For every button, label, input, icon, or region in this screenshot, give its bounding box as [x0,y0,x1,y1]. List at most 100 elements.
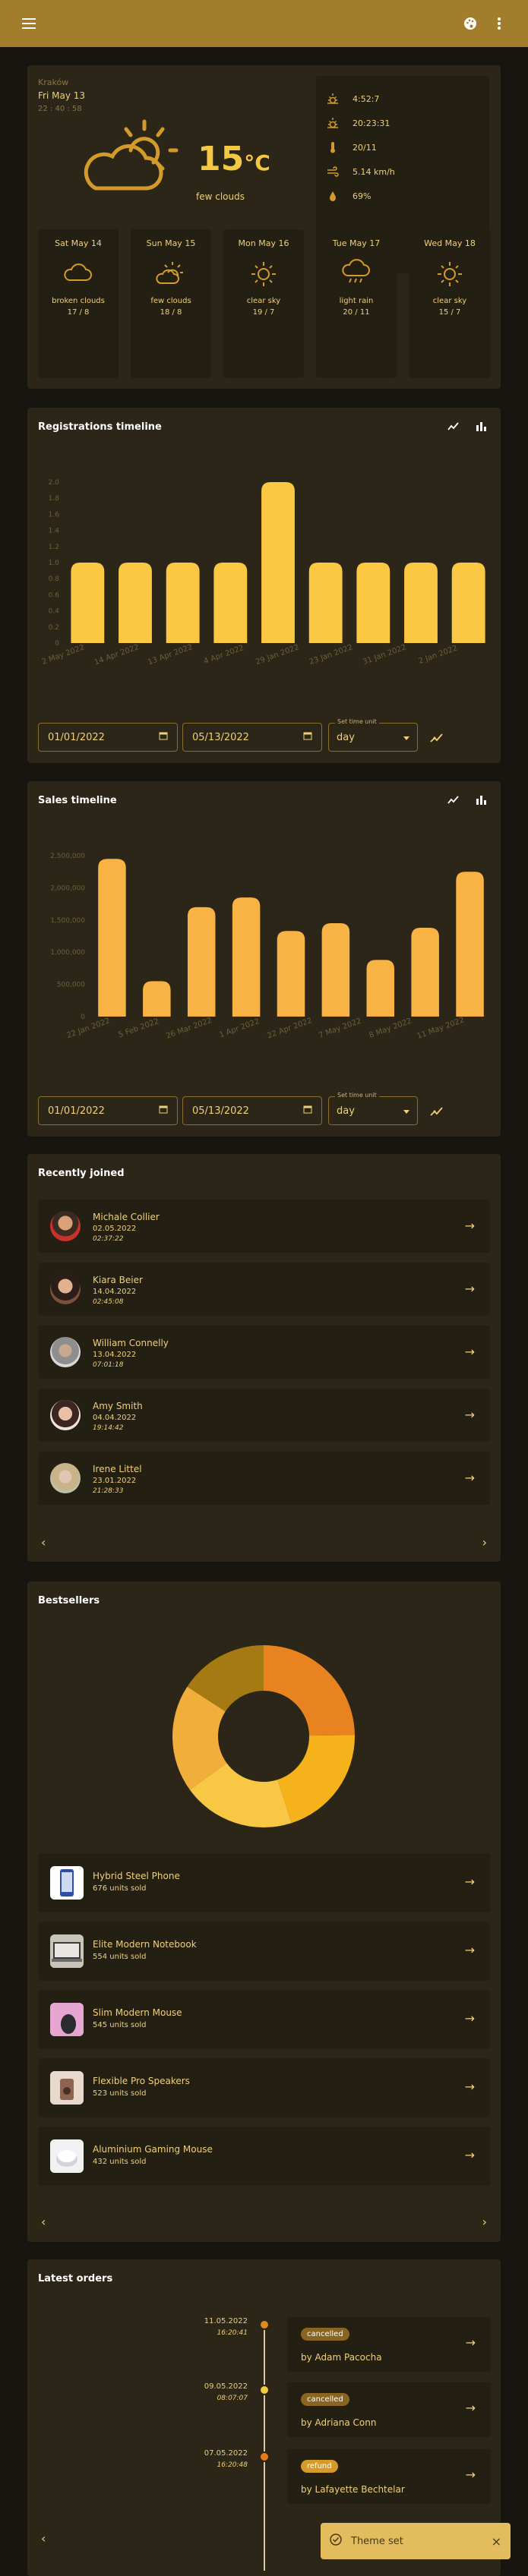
arrow-right-icon[interactable]: → [465,2011,475,2026]
status-badge: cancelled [301,2328,349,2341]
x-tick-label: 31 Jan 2022 [362,643,407,667]
y-tick-label: 1.4 [49,528,60,535]
forecast-description: few clouds [150,297,191,305]
forecast-temperature: 18 / 8 [160,308,182,317]
bar [277,931,305,1017]
product-item[interactable]: Elite Modern Notebook 554 units sold → [38,1922,490,1981]
bar [166,563,200,643]
previous-page-button[interactable]: ‹ [41,2215,46,2229]
user-time: 02:37:22 [93,1235,124,1243]
more-vert-icon[interactable] [488,13,510,34]
previous-page-button[interactable]: ‹ [41,2531,46,2546]
product-image [50,2003,84,2036]
from-date-value: 01/01/2022 [48,1105,105,1117]
order-time: 16:20:41 [217,2329,248,2337]
x-tick-label: 1 Apr 2022 [218,1017,261,1039]
list-item[interactable]: William Connelly 13.04.2022 07:01:18 → [38,1326,490,1379]
next-page-button[interactable]: › [482,2215,487,2229]
sun-icon [435,257,465,288]
arrow-right-icon[interactable]: → [465,1874,475,1889]
arrow-right-icon[interactable]: → [465,1943,475,1957]
line-chart-icon[interactable] [447,793,460,808]
sunset-icon [327,118,338,128]
arrow-right-icon[interactable]: → [465,1408,475,1422]
arrow-right-icon[interactable]: → [465,2079,475,2094]
list-item[interactable]: Irene Littel 23.01.2022 21:28:33 → [38,1452,490,1505]
calendar-icon[interactable] [303,731,312,743]
calendar-icon[interactable] [159,1105,168,1117]
arrow-right-icon[interactable]: → [465,1471,475,1485]
sunrise-icon [327,93,338,104]
user-date: 14.04.2022 [93,1288,137,1296]
x-tick-label: 14 Apr 2022 [93,643,141,667]
wind-value: 5.14 km/h [353,166,395,177]
user-name: Amy Smith [93,1401,143,1411]
y-tick-label: 1.2 [49,544,59,551]
x-tick-label: 4 Apr 2022 [203,644,245,666]
arrow-right-icon[interactable]: → [465,1345,475,1359]
donut-slice [264,1645,355,1736]
previous-page-button[interactable]: ‹ [41,1535,46,1550]
menu-icon[interactable] [18,13,40,34]
order-date: 07.05.2022 [204,2449,248,2458]
from-date-input[interactable]: 01/01/2022 [38,723,178,752]
product-image [50,1934,84,1968]
bar [321,923,350,1017]
dropdown-arrow-icon [403,732,409,743]
arrow-right-icon[interactable]: → [466,2401,476,2415]
product-units-sold: 523 units sold [93,2089,147,2098]
user-date: 02.05.2022 [93,1225,137,1233]
forecast-day: Mon May 16 clear sky 19 / 7 [223,229,304,378]
order-customer: by Adriana Conn [301,2417,377,2428]
order-card[interactable]: cancelled by Adam Pacocha → [287,2317,491,2372]
line-chart-icon[interactable] [447,420,460,434]
bar [411,927,439,1017]
product-name: Flexible Pro Speakers [93,2076,190,2086]
from-date-input[interactable]: 01/01/2022 [38,1096,178,1125]
close-icon[interactable]: × [492,2534,501,2549]
product-item[interactable]: Slim Modern Mouse 545 units sold → [38,1990,490,2049]
arrow-right-icon[interactable]: → [466,2467,476,2482]
sunset-value: 20:23:31 [353,118,390,128]
trend-icon[interactable] [430,731,444,746]
forecast-temperature: 15 / 7 [438,308,461,317]
bar [451,563,485,643]
humidity-value: 69% [353,191,371,201]
trend-icon[interactable] [430,1105,444,1120]
bar [119,563,152,643]
product-name: Elite Modern Notebook [93,1939,197,1950]
user-name: William Connelly [93,1338,169,1348]
palette-icon[interactable] [460,13,481,34]
order-card[interactable]: cancelled by Adriana Conn → [287,2382,491,2437]
list-item[interactable]: Amy Smith 04.04.2022 19:14:42 → [38,1389,490,1442]
y-tick-label: 2,500,000 [50,853,85,860]
calendar-icon[interactable] [303,1105,312,1117]
forecast-day-name: Sat May 14 [55,238,102,248]
recently-joined-title: Recently joined [38,1168,125,1179]
time-unit-select[interactable]: Set time unit day [328,718,418,752]
sunrise-value: 4:52:7 [353,93,380,104]
product-units-sold: 545 units sold [93,2021,147,2029]
bar-chart-icon[interactable] [476,420,487,434]
to-date-input[interactable]: 05/13/2022 [182,1096,322,1125]
product-item[interactable]: Flexible Pro Speakers 523 units sold → [38,2058,490,2117]
check-circle-icon [330,2533,342,2549]
y-tick-label: 2.0 [49,479,60,487]
bar [187,906,216,1017]
next-page-button[interactable]: › [482,1535,487,1550]
arrow-right-icon[interactable]: → [465,1282,475,1296]
to-date-input[interactable]: 05/13/2022 [182,723,322,752]
user-name: Michale Collier [93,1212,160,1222]
arrow-right-icon[interactable]: → [465,2148,475,2162]
arrow-right-icon[interactable]: → [466,2335,476,2350]
list-item[interactable]: Kiara Beier 14.04.2022 02:45:08 → [38,1263,490,1316]
arrow-right-icon[interactable]: → [465,1219,475,1233]
bar-chart-icon[interactable] [476,793,487,808]
order-card[interactable]: refund by Lafayette Bechtelar → [287,2449,491,2504]
forecast-day-name: Mon May 16 [238,238,289,248]
list-item[interactable]: Michale Collier 02.05.2022 02:37:22 → [38,1200,490,1253]
product-item[interactable]: Aluminium Gaming Mouse 432 units sold → [38,2127,490,2186]
product-item[interactable]: Hybrid Steel Phone 676 units sold → [38,1853,490,1912]
time-unit-select[interactable]: Set time unit day [328,1092,418,1125]
calendar-icon[interactable] [159,731,168,743]
